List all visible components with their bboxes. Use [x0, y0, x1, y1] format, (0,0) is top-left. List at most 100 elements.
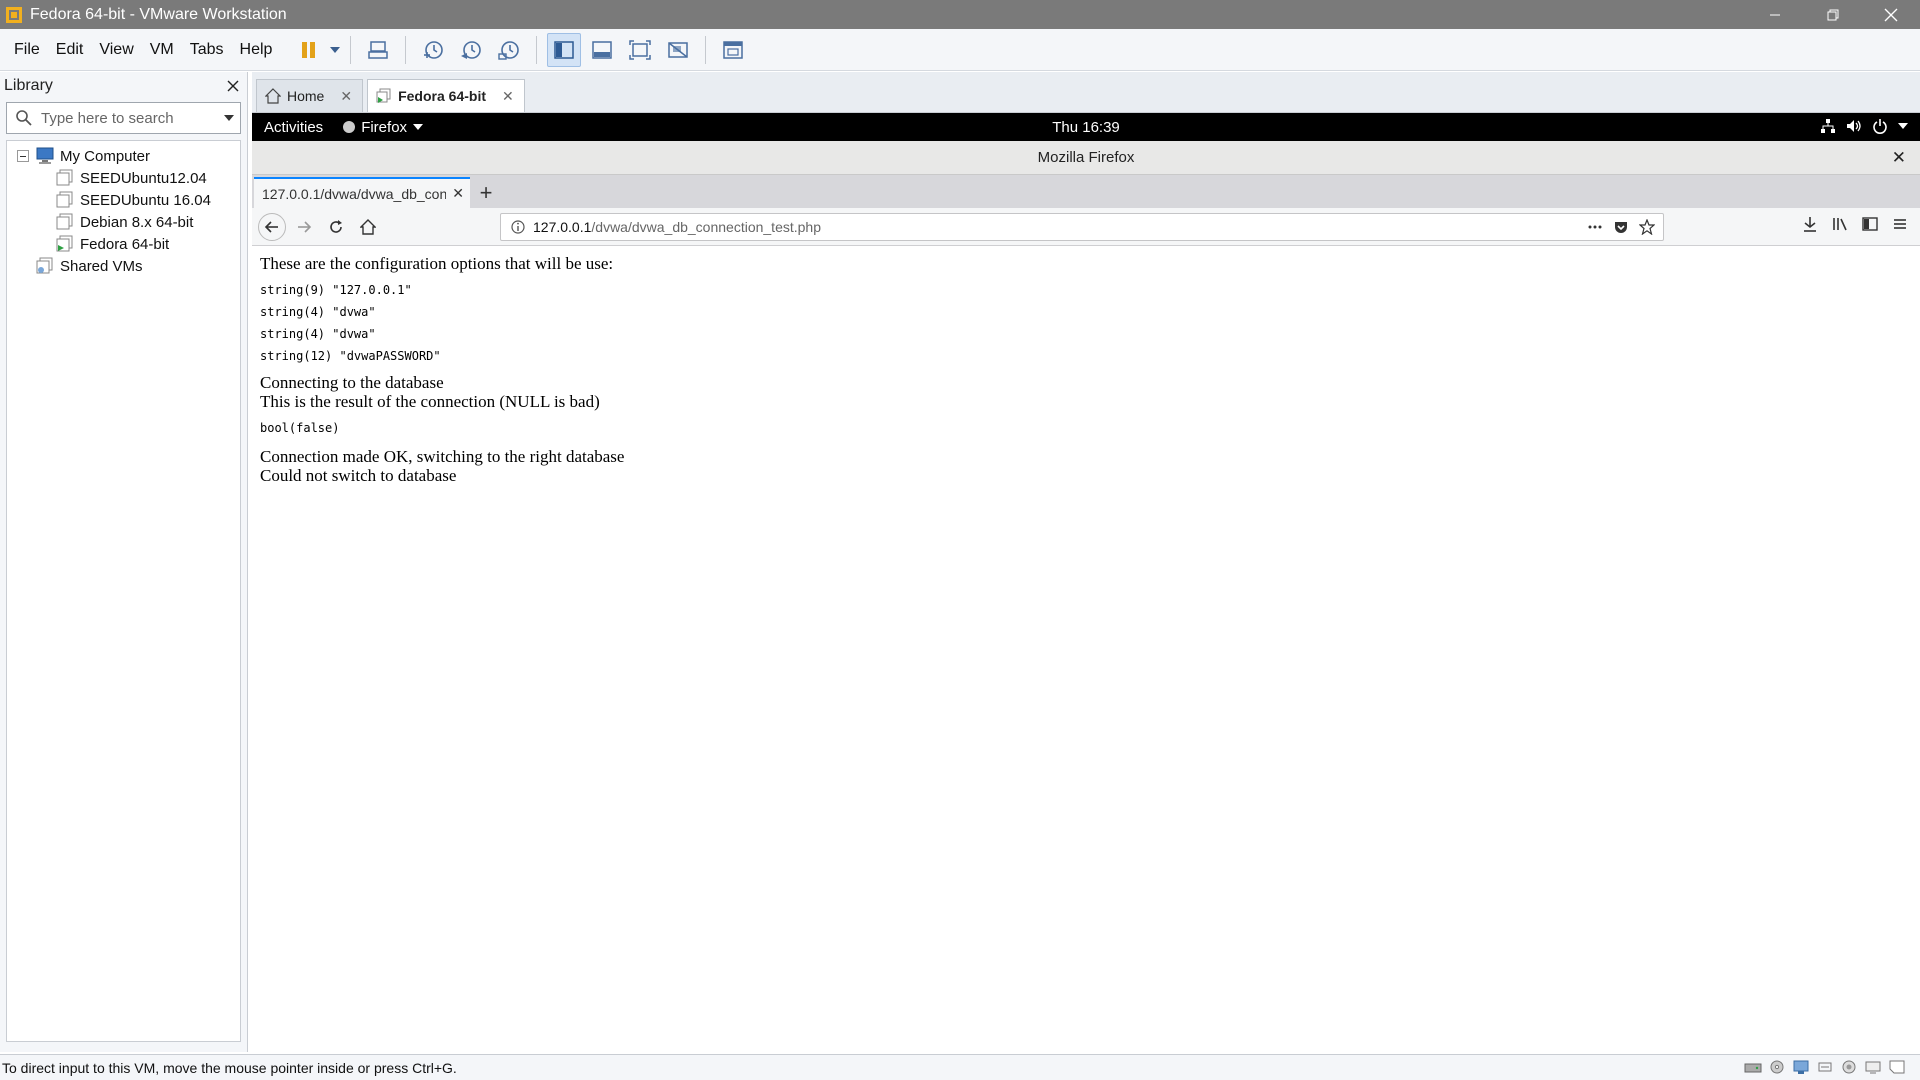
message-log-icon[interactable]	[1888, 1059, 1906, 1075]
downloads-icon[interactable]	[1802, 216, 1818, 232]
snapshot-revert-icon	[461, 40, 482, 59]
window-titlebar: Fedora 64-bit - VMware Workstation	[0, 0, 1920, 29]
reload-icon	[330, 219, 342, 233]
close-window-button[interactable]	[1862, 0, 1920, 29]
full-screen-button[interactable]	[623, 33, 657, 67]
sound-card-icon[interactable]	[1840, 1059, 1858, 1075]
status-bar: To direct input to this VM, move the mou…	[0, 1054, 1920, 1080]
menu-help[interactable]: Help	[232, 29, 281, 71]
tree-item-vm-running[interactable]: Fedora 64-bit	[7, 233, 240, 255]
revert-snapshot-button[interactable]	[454, 33, 488, 67]
close-firefox-button[interactable]: ✕	[1892, 148, 1906, 168]
system-menu[interactable]	[1820, 118, 1908, 134]
search-icon	[16, 110, 32, 126]
failure-text: Could not switch to database	[260, 466, 457, 485]
network-adapter-icon[interactable]	[1792, 1059, 1810, 1075]
close-tab-button[interactable]: ✕	[502, 88, 514, 105]
connection-result: bool(false)	[260, 421, 340, 435]
close-tab-icon[interactable]: ✕	[452, 185, 464, 202]
usb-icon[interactable]	[1816, 1059, 1834, 1075]
back-button[interactable]	[258, 212, 286, 241]
vm-console[interactable]: Activities Firefox Thu 16:39 Mozilla Fir…	[252, 113, 1920, 1053]
page-actions-icon[interactable]	[1587, 219, 1603, 235]
console-view-button[interactable]	[716, 33, 750, 67]
menu-vm[interactable]: VM	[142, 29, 182, 71]
show-thumbnail-bar-button[interactable]	[585, 33, 619, 67]
unity-button[interactable]	[661, 33, 695, 67]
library-search-box	[6, 102, 241, 134]
info-icon[interactable]	[511, 220, 525, 234]
home-icon	[265, 88, 281, 104]
back-arrow-icon	[264, 220, 278, 233]
restore-button[interactable]	[1804, 0, 1862, 29]
tree-item-vm[interactable]: SEEDUbuntu 16.04	[7, 189, 240, 211]
menu-file[interactable]: File	[6, 29, 48, 71]
forward-arrow-icon	[298, 220, 312, 233]
tab-home[interactable]: Home ✕	[256, 79, 364, 112]
show-library-button[interactable]	[547, 32, 582, 67]
library-view-icon	[554, 40, 575, 59]
chevron-down-icon	[413, 124, 424, 130]
toolbar-separator	[405, 35, 407, 64]
send-ctrl-alt-del-button[interactable]	[361, 33, 395, 67]
tree-item-vm[interactable]: SEEDUbuntu12.04	[7, 167, 240, 189]
page-content: These are the configuration options that…	[252, 246, 1920, 493]
vm-icon	[56, 213, 73, 230]
close-tab-button[interactable]: ✕	[340, 88, 352, 105]
config-value: string(9) "127.0.0.1"	[260, 283, 412, 297]
reload-button[interactable]	[322, 213, 350, 241]
app-menu-button[interactable]: Firefox	[343, 119, 424, 136]
tree-item-vm[interactable]: Debian 8.x 64-bit	[7, 211, 240, 233]
tree-item-shared-vms[interactable]: Shared VMs	[7, 255, 240, 277]
close-library-icon[interactable]	[227, 80, 239, 92]
display-icon[interactable]	[1864, 1059, 1882, 1075]
clock[interactable]: Thu 16:39	[252, 119, 1920, 136]
home-button[interactable]	[354, 213, 382, 241]
tab-fedora[interactable]: Fedora 64-bit ✕	[367, 79, 525, 112]
new-tab-button[interactable]: +	[470, 177, 502, 208]
cd-dvd-icon[interactable]	[1768, 1059, 1786, 1075]
snapshot-manager-icon	[498, 40, 520, 60]
power-dropdown-button[interactable]	[328, 46, 342, 53]
minimize-icon	[1770, 14, 1780, 15]
hamburger-menu-icon[interactable]	[1892, 216, 1908, 232]
sidebar-icon[interactable]	[1862, 216, 1878, 232]
hard-disk-icon[interactable]	[1744, 1059, 1762, 1075]
minimize-button[interactable]	[1746, 0, 1804, 29]
firefox-icon	[343, 121, 356, 133]
menu-edit[interactable]: Edit	[48, 29, 92, 71]
bookmark-star-icon[interactable]	[1639, 219, 1655, 235]
url-bar[interactable]: 127.0.0.1/dvwa/dvwa_db_connection_test.p…	[500, 213, 1664, 241]
status-message: To direct input to this VM, move the mou…	[2, 1059, 457, 1076]
library-search-input[interactable]	[41, 109, 211, 127]
menu-tabs[interactable]: Tabs	[182, 29, 232, 71]
library-icon[interactable]	[1832, 216, 1848, 232]
result-note: This is the result of the connection (NU…	[260, 392, 600, 411]
firefox-tab-active[interactable]: 127.0.0.1/dvwa/dvwa_db_conn ✕	[254, 177, 470, 208]
menu-view[interactable]: View	[91, 29, 141, 71]
menu-toolbar: File Edit View VM Tabs Help	[0, 29, 1920, 71]
search-dropdown-icon[interactable]	[224, 115, 234, 121]
snapshot-manager-button[interactable]	[492, 33, 526, 67]
tree-item-label: Fedora 64-bit	[80, 235, 170, 253]
tab-label: Fedora 64-bit	[398, 88, 486, 104]
full-screen-icon	[629, 39, 652, 60]
forward-button[interactable]	[290, 213, 318, 241]
unity-icon	[668, 41, 689, 58]
switching-text: Connection made OK, switching to the rig…	[260, 447, 625, 466]
library-header: Library	[0, 72, 247, 100]
config-value: string(4) "dvwa"	[260, 305, 376, 319]
library-title: Library	[4, 77, 53, 94]
suspend-button[interactable]	[292, 33, 326, 67]
firefox-navbar: 127.0.0.1/dvwa/dvwa_db_connection_test.p…	[252, 208, 1920, 246]
activities-button[interactable]: Activities	[264, 119, 323, 136]
url-text[interactable]: 127.0.0.1/dvwa/dvwa_db_connection_test.p…	[533, 219, 821, 235]
take-snapshot-button[interactable]	[416, 33, 450, 67]
vm-tab-strip: Home ✕ Fedora 64-bit ✕	[252, 72, 1920, 113]
pocket-icon[interactable]	[1613, 219, 1629, 235]
tree-item-my-computer[interactable]: My Computer	[7, 145, 240, 167]
toolbar-separator	[705, 35, 707, 64]
vm-running-icon	[376, 88, 391, 103]
collapse-toggle[interactable]	[17, 150, 29, 162]
shared-vms-icon	[36, 257, 53, 274]
